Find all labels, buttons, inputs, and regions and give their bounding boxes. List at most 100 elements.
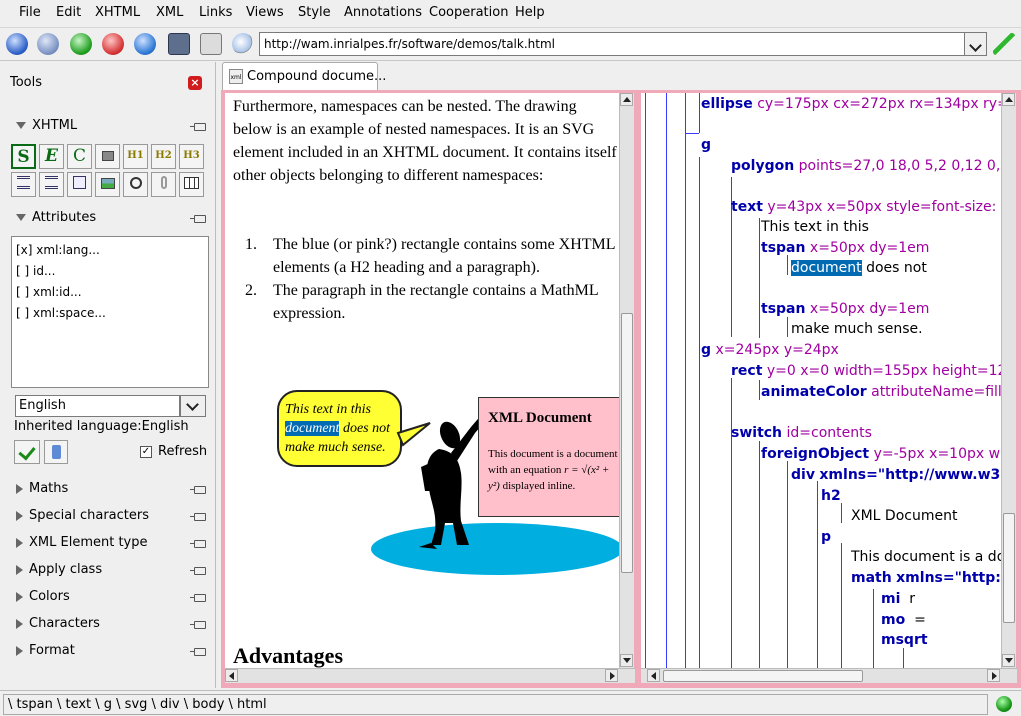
menu-style[interactable]: Style (298, 5, 331, 20)
struct-line[interactable]: foreignObject y=-5px x=10px width (761, 446, 1001, 462)
struct-line[interactable]: make much sense. (791, 321, 923, 337)
stop-icon[interactable] (102, 33, 124, 55)
struct-line[interactable]: tspan x=50px dy=1em (761, 301, 929, 317)
scroll-right-icon[interactable] (605, 669, 618, 682)
url-input[interactable]: http://wam.inrialpes.fr/software/demos/t… (259, 32, 965, 56)
section-xhtml[interactable]: XHTML (16, 118, 77, 133)
pin-icon[interactable] (190, 567, 206, 575)
pin-icon[interactable] (190, 513, 206, 521)
struct-line[interactable]: rect y=0 x=0 width=155px height=120px (731, 363, 1001, 379)
structure-hscrollbar[interactable] (641, 668, 1017, 683)
pin-icon[interactable] (190, 123, 206, 131)
section-attributes[interactable]: Attributes (16, 210, 96, 225)
xml-document-heading[interactable]: XML Document (488, 410, 592, 427)
pin-icon[interactable] (190, 594, 206, 602)
definition-list-button[interactable] (67, 172, 92, 197)
scroll-down-icon[interactable] (620, 654, 633, 667)
struct-line[interactable]: mi r (881, 591, 915, 607)
link-button[interactable] (151, 172, 176, 197)
struct-line[interactable]: mo = (881, 612, 926, 628)
pin-icon[interactable] (190, 486, 206, 494)
document-view[interactable]: Furthermore, namespaces can be nested. T… (225, 93, 622, 668)
struct-line[interactable]: document does not (791, 260, 927, 276)
section-format[interactable]: Format (16, 643, 75, 658)
home-icon[interactable] (134, 33, 156, 55)
xml-document-paragraph[interactable]: This document is a document with an equa… (488, 446, 618, 494)
document-vscrollbar[interactable] (619, 93, 634, 669)
struct-line[interactable]: switch id=contents (731, 425, 872, 441)
list-item[interactable]: [ ] id... (16, 264, 55, 278)
struct-line[interactable]: XML Document (851, 508, 957, 524)
struct-line[interactable]: g x=245px y=24px (701, 342, 839, 358)
struct-line[interactable]: h2 (821, 488, 841, 504)
section-characters[interactable]: Characters (16, 616, 100, 631)
pin-icon[interactable] (190, 648, 206, 656)
reload-icon[interactable] (70, 33, 92, 55)
scroll-left-icon[interactable] (225, 669, 238, 682)
back-icon[interactable] (6, 33, 28, 55)
scroll-up-icon[interactable] (620, 93, 633, 106)
structure-view[interactable]: ellipse cy=175px cx=272px rx=134px ry=26… (641, 93, 1001, 668)
forward-icon[interactable] (37, 33, 59, 55)
struct-line[interactable]: msqrt (881, 632, 928, 648)
section-maths[interactable]: Maths (16, 481, 68, 496)
list-item[interactable]: [ ] xml:id... (16, 285, 82, 299)
menu-links[interactable]: Links (199, 5, 232, 20)
struct-line[interactable]: g (701, 137, 711, 153)
struct-line[interactable]: p (821, 529, 831, 545)
structure-vscrollbar[interactable] (1001, 93, 1016, 669)
emphasis-button[interactable]: E (39, 144, 64, 169)
list-item[interactable]: [ ] xml:space... (16, 306, 106, 320)
struct-line[interactable]: This text in this (761, 219, 869, 235)
target-button[interactable] (123, 172, 148, 197)
close-icon[interactable]: × (188, 76, 202, 90)
bullet-list-button[interactable] (11, 172, 36, 197)
menu-edit[interactable]: Edit (56, 5, 81, 20)
section-special-characters[interactable]: Special characters (16, 508, 149, 523)
scroll-left-icon[interactable] (647, 669, 660, 682)
menu-xml[interactable]: XML (156, 5, 183, 20)
find-icon[interactable] (232, 33, 254, 55)
object-button[interactable] (95, 144, 120, 169)
struct-line[interactable]: div xmlns="http://www.w3.org (791, 467, 1001, 483)
bubble-text[interactable]: This text in this document does not make… (285, 400, 405, 457)
pin-icon[interactable] (190, 621, 206, 629)
scroll-thumb[interactable] (1003, 513, 1015, 623)
tab-compound-document[interactable]: xml Compound docume... (222, 62, 386, 91)
struct-line[interactable]: ellipse cy=175px cx=272px rx=134px ry=26… (701, 96, 1001, 112)
print-icon[interactable] (200, 33, 222, 55)
delete-button[interactable] (44, 440, 68, 464)
scroll-thumb[interactable] (663, 670, 863, 682)
numbered-list-button[interactable] (39, 172, 64, 197)
document-hscrollbar[interactable] (225, 668, 635, 683)
strong-button[interactable]: S (11, 144, 36, 169)
menu-annotations[interactable]: Annotations (344, 5, 422, 20)
menu-views[interactable]: Views (246, 5, 284, 20)
pin-icon[interactable] (190, 215, 206, 223)
image-button[interactable] (95, 172, 120, 197)
menu-cooperation[interactable]: Cooperation (429, 5, 508, 20)
language-dropdown-button[interactable] (180, 395, 206, 417)
struct-line[interactable]: tspan x=50px dy=1em (761, 240, 929, 256)
url-dropdown-button[interactable] (964, 32, 987, 56)
save-icon[interactable] (168, 33, 190, 55)
scroll-up-icon[interactable] (1002, 93, 1015, 106)
section-xml-element-type[interactable]: XML Element type (16, 535, 148, 550)
list-item[interactable]: [x] xml:lang... (16, 243, 100, 257)
struct-line[interactable]: polygon points=27,0 18,0 5,2 0,12 0,63 6 (731, 158, 1001, 174)
apply-button[interactable] (14, 440, 40, 464)
scroll-thumb[interactable] (621, 313, 633, 573)
scroll-right-icon[interactable] (987, 669, 1000, 682)
struct-line[interactable]: This document is a doc (851, 549, 1001, 565)
spellcheck-icon[interactable] (993, 33, 1015, 55)
heading-advantages[interactable]: Advantages (233, 643, 343, 668)
struct-line[interactable]: animateColor attributeName=fill attr (761, 384, 1001, 400)
menu-help[interactable]: Help (515, 5, 545, 20)
pin-icon[interactable] (190, 540, 206, 548)
refresh-checkbox[interactable]: ✓ (140, 446, 152, 458)
struct-line[interactable]: math xmlns="http://w (851, 570, 1001, 586)
code-button[interactable]: C (67, 144, 92, 169)
element-path[interactable]: \ tspan \ text \ g \ svg \ div \ body \ … (3, 694, 988, 715)
struct-line[interactable]: text y=43px x=50px style=font-size: 11pt (731, 199, 1001, 215)
h1-button[interactable]: H1 (123, 144, 148, 169)
